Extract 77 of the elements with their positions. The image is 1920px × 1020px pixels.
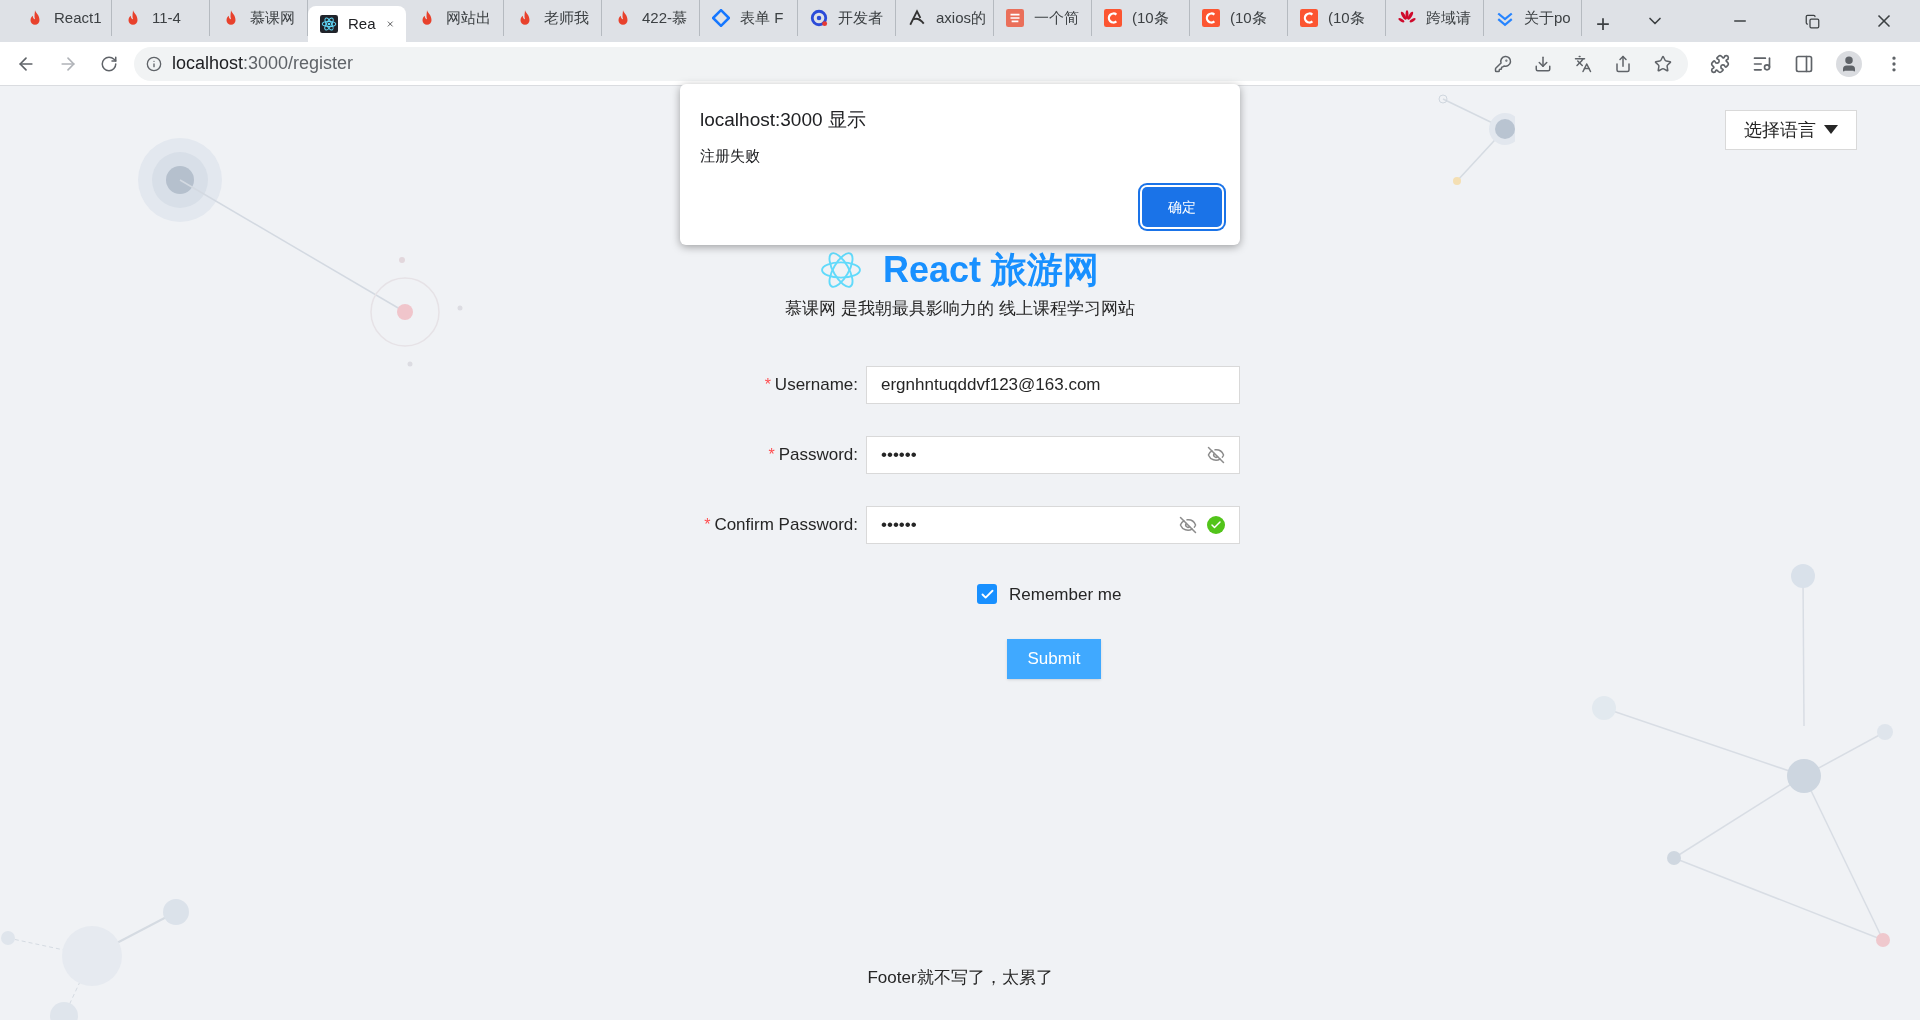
glyph-icon xyxy=(908,9,926,27)
tab-title: axios的 xyxy=(936,7,987,28)
info-icon[interactable] xyxy=(146,55,162,72)
url-text: localhost:3000/register xyxy=(172,52,354,75)
tab-title: 表单 F xyxy=(740,7,784,28)
browser-tab[interactable]: 11-4 xyxy=(112,0,210,36)
url-field[interactable]: localhost:3000/register xyxy=(134,46,1688,81)
tab-title: (10条 xyxy=(1230,7,1267,28)
atom-logo-icon xyxy=(820,252,861,288)
tab-title: React1 xyxy=(54,7,102,28)
key-icon[interactable] xyxy=(1494,54,1512,73)
c-logo-icon xyxy=(1202,9,1220,27)
checkbox[interactable] xyxy=(977,584,997,605)
tab-title: 网站出 xyxy=(446,7,491,28)
eye-off-icon[interactable] xyxy=(1179,515,1197,534)
diamond-icon xyxy=(712,9,730,27)
required-asterisk: * xyxy=(768,444,775,465)
browser-tab[interactable]: 422-慕 xyxy=(602,0,700,36)
tab-title: Rea xyxy=(348,13,376,34)
profile-avatar[interactable] xyxy=(1836,50,1862,77)
browser-tab[interactable]: (10条 xyxy=(1288,0,1386,36)
dialog-title: localhost:3000 显示 xyxy=(700,108,867,132)
field-label: Username: xyxy=(774,373,858,396)
dialog-message: 注册失败 xyxy=(700,145,761,166)
browser-tab[interactable]: 跨域请 xyxy=(1386,0,1484,36)
footer-text: Footer就不写了，太累了 xyxy=(867,966,1053,989)
browser-tab[interactable]: 关于po xyxy=(1484,0,1582,36)
language-select[interactable]: 选择语言 xyxy=(1725,110,1857,150)
password-field[interactable]: •••••• xyxy=(866,435,1240,474)
tab-title: (10条 xyxy=(1132,7,1169,28)
tab-title: 一个简 xyxy=(1034,7,1079,28)
tab-title: 关于po xyxy=(1524,7,1571,28)
browser-tab[interactable]: 网站出 xyxy=(406,0,504,36)
restore-icon[interactable] xyxy=(1805,13,1820,29)
c-logo-icon xyxy=(1300,9,1318,27)
browser-tab[interactable]: Rea xyxy=(308,6,406,42)
password-field[interactable]: •••••• xyxy=(866,505,1240,544)
tab-title: 慕课网 xyxy=(250,7,295,28)
site-subtitle: 慕课网 是我朝最具影响力的 线上课程学习网站 xyxy=(785,298,1135,320)
c-logo-icon xyxy=(1104,9,1122,27)
tab-title: 开发者 xyxy=(838,7,883,28)
new-tab-button[interactable]: + xyxy=(1582,6,1624,42)
tab-title: 跨域请 xyxy=(1426,7,1471,28)
required-asterisk: * xyxy=(704,514,711,535)
download-icon[interactable] xyxy=(1534,54,1552,73)
caret-icon xyxy=(1824,125,1838,135)
share-icon[interactable] xyxy=(1614,54,1632,73)
browser-tab[interactable]: 一个简 xyxy=(994,0,1092,36)
browser-tab[interactable]: axios的 xyxy=(896,0,994,36)
tab-title: 老师我 xyxy=(544,7,589,28)
field-value[interactable]: •••••• xyxy=(881,441,962,468)
side-panel-icon[interactable] xyxy=(1794,53,1814,74)
field-label: Password: xyxy=(778,443,858,466)
star-icon[interactable] xyxy=(1654,54,1672,73)
browser-tab[interactable]: 老师我 xyxy=(504,0,602,36)
eye-off-icon[interactable] xyxy=(1207,445,1225,464)
browser-tab[interactable]: 表单 F xyxy=(700,0,798,36)
square-icon xyxy=(1006,9,1024,27)
required-asterisk: * xyxy=(764,374,771,395)
browser-tab[interactable]: React1 xyxy=(14,0,112,36)
ring-icon xyxy=(810,9,828,27)
checkbox-label: Remember me xyxy=(1009,583,1122,606)
field-value[interactable]: ergnhntuqddvf123@163.com xyxy=(881,371,1142,398)
text-field[interactable]: ergnhntuqddvf123@163.com xyxy=(866,365,1240,404)
browser-tab[interactable]: (10条 xyxy=(1092,0,1190,36)
tab-title: (10条 xyxy=(1328,7,1365,28)
browser-tab[interactable]: (10条 xyxy=(1190,0,1288,36)
field-value[interactable]: •••••• xyxy=(881,511,962,538)
atom-icon xyxy=(320,15,338,33)
browser-tab[interactable]: 开发者 xyxy=(798,0,896,36)
field-label: Confirm Password: xyxy=(714,513,858,536)
tab-title: 422-慕 xyxy=(642,7,688,28)
translate-icon[interactable] xyxy=(1574,54,1592,73)
reload-icon[interactable] xyxy=(100,54,118,73)
site-title: React 旅游网 xyxy=(882,252,1100,288)
puzzle-icon[interactable] xyxy=(1710,53,1730,74)
tab-title: 11-4 xyxy=(152,7,181,28)
